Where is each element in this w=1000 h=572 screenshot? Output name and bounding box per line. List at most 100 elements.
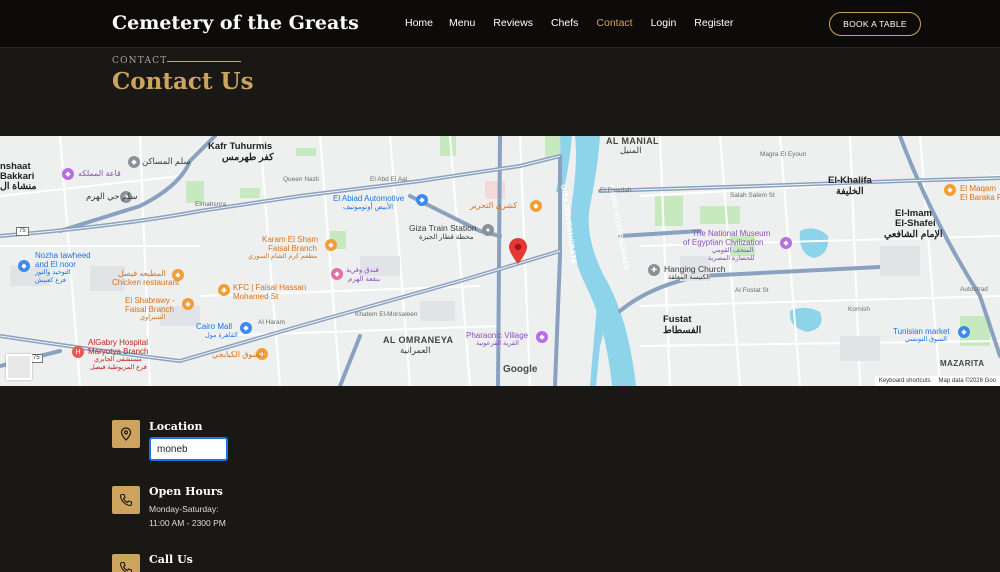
poi-algabry-ar2[interactable]: فرع المريوطية فيصل: [90, 364, 147, 371]
poi-qa3a[interactable]: قاعة المملكه: [78, 169, 121, 178]
keyboard-shortcuts-link[interactable]: Keyboard shortcuts: [879, 378, 931, 384]
poi-matbakh[interactable]: المطبعه فيصل: [118, 269, 166, 278]
poi-maqam[interactable]: El Maqam: [960, 184, 996, 193]
poi-icon-salam[interactable]: ◆: [128, 156, 140, 168]
poi-museum-ar[interactable]: المتحف القومي: [712, 247, 754, 254]
poi-icon-kfc[interactable]: ◆: [218, 284, 230, 296]
location-title: Location: [149, 420, 203, 433]
map-type-toggle[interactable]: [6, 354, 32, 380]
map-data-credit: Map data ©2026 Goo: [938, 378, 996, 384]
poi-icon-nozha[interactable]: ◆: [18, 260, 30, 272]
poi-museum2[interactable]: of Egyptian Civilization: [683, 238, 763, 247]
poi-algabry[interactable]: AlGabry Hospital: [88, 338, 148, 347]
route-shield-75: 75: [16, 227, 29, 236]
hours-title: Open Hours: [149, 485, 223, 498]
poi-karam[interactable]: Karam El Sham: [262, 235, 318, 244]
street-fustat: Al Fostat St: [735, 287, 769, 294]
map-label-imam-ar: الإمام الشافعي: [884, 229, 943, 240]
street-salah: Salah Salem St: [730, 192, 775, 199]
embedded-map[interactable]: Kafr Tuhurmis كفر طهرمس AL MANIAL المنيل…: [0, 136, 1000, 386]
poi-pharaonic-ar[interactable]: القرية الفرعونية: [476, 340, 519, 347]
hours-days: Monday-Saturday:: [149, 504, 219, 514]
poi-icon-tunisian[interactable]: ◆: [958, 326, 970, 338]
marker-icon[interactable]: [509, 238, 527, 264]
poi-icon-qa3a[interactable]: ◆: [62, 168, 74, 180]
poi-icon-algabry[interactable]: H: [72, 346, 84, 358]
brand-logo[interactable]: Cemetery of the Greats: [112, 12, 359, 34]
poi-cairo-mall[interactable]: Cairo Mall: [196, 322, 232, 331]
nav-home[interactable]: Home: [405, 17, 433, 29]
poi-tunisian[interactable]: Tunisian market: [893, 327, 950, 336]
location-input[interactable]: [149, 437, 228, 461]
street-rawdah: El Rawdah: [600, 187, 632, 194]
poi-icon-shabrawy[interactable]: ◆: [182, 298, 194, 310]
poi-shabrawy2[interactable]: Faisal Branch: [125, 305, 174, 314]
poi-abiad[interactable]: El Abiad Automotive: [333, 194, 404, 203]
poi-kfc[interactable]: KFC | Faisal Hassan: [233, 283, 306, 292]
poi-cairo-mall-ar[interactable]: القاهرة مول: [205, 332, 238, 339]
poi-icon-pharaonic[interactable]: ◆: [536, 331, 548, 343]
book-table-button[interactable]: BOOK A TABLE: [829, 12, 921, 36]
google-logo: Google: [503, 364, 538, 375]
nav-reviews[interactable]: Reviews: [493, 17, 533, 29]
poi-yasmin-ar[interactable]: بنقعة الهرم: [348, 276, 380, 284]
poi-icon-abiad[interactable]: ◆: [416, 194, 428, 206]
poi-matbakh-en[interactable]: Chicken restaurant: [112, 278, 179, 287]
top-navbar: Cemetery of the Greats Home Menu Reviews…: [0, 0, 1000, 48]
nav-menu[interactable]: Menu: [449, 17, 475, 29]
street-queen: Queen Nazli: [283, 176, 319, 183]
poi-salam2[interactable]: سلم حي الهرم: [86, 191, 137, 202]
phone-icon: [119, 493, 133, 507]
poi-tunisian-ar[interactable]: السوق التونسي: [905, 336, 947, 343]
location-icon-box: [112, 420, 140, 448]
poi-train[interactable]: Giza Train Station: [409, 223, 477, 234]
nav-login[interactable]: Login: [651, 17, 677, 29]
poi-nozha2[interactable]: and El noor: [35, 260, 76, 269]
map-label-manial-ar: المنيل: [620, 145, 642, 155]
poi-ashoura[interactable]: الشوق الكبابجي: [212, 350, 264, 359]
poi-museum[interactable]: The National Museum: [692, 229, 770, 238]
poi-yasmin[interactable]: فندق وقرية: [346, 267, 379, 275]
poi-karam-ar[interactable]: مطعم كرم الشام السوري: [248, 253, 317, 260]
map-label-khalifa-ar: الخليفة: [836, 186, 864, 197]
nav-contact[interactable]: Contact: [596, 17, 632, 29]
map-label-omraneya-ar: العمرانية: [400, 345, 431, 355]
poi-algabry2[interactable]: Maryotya Branch: [88, 347, 148, 356]
main-nav: Home Menu Reviews Chefs Contact Login Re…: [405, 17, 733, 29]
poi-icon-karam[interactable]: ◆: [325, 239, 337, 251]
poi-shabrawy-ar[interactable]: الشبراوي: [140, 314, 165, 321]
poi-salam[interactable]: سلم المساكن: [142, 156, 191, 167]
poi-algabry-ar[interactable]: مستشفى الجابري: [94, 356, 142, 363]
street-magra: Magra El Eyoun: [760, 151, 807, 158]
poi-nozha-ar2[interactable]: فرع كعبيش: [35, 277, 66, 284]
poi-abiad-ar[interactable]: الأبيض أوتوموتيف: [343, 204, 393, 212]
poi-icon-yasmin[interactable]: ◆: [331, 268, 343, 280]
poi-train-ar[interactable]: محطة قطار الجيزة: [419, 234, 474, 242]
poi-baraka[interactable]: El Baraka F: [960, 193, 1000, 202]
street-autostrad: Autostrad: [960, 286, 988, 293]
poi-hanging-ar[interactable]: الكنيسة المعلقة: [668, 274, 710, 281]
poi-museum-ar2[interactable]: للحضارة المصرية: [708, 255, 754, 262]
poi-icon-train[interactable]: ●: [482, 224, 494, 236]
map-footer: Keyboard shortcuts Map data ©2026 Goo: [874, 376, 1000, 386]
nav-chefs[interactable]: Chefs: [551, 17, 578, 29]
street-kornish: Kornish: [848, 306, 871, 313]
poi-nozha-ar[interactable]: التوحيد والنور: [35, 269, 71, 276]
map-label-bakkari-ar: منشاة ال: [0, 181, 37, 192]
poi-icon-koshary[interactable]: ◆: [530, 200, 542, 212]
poi-nozha[interactable]: Nozha tawheed: [35, 251, 91, 260]
poi-icon-cairo-mall[interactable]: ◆: [240, 322, 252, 334]
poi-icon-hanging[interactable]: ✚: [648, 264, 660, 276]
map-label-kafr-ar: كفر طهرمس: [222, 152, 274, 163]
map-label-fustat-ar: الفسطاط: [663, 325, 702, 336]
poi-icon-museum[interactable]: ◆: [780, 237, 792, 249]
poi-kfc2[interactable]: Mohamed St: [233, 292, 278, 301]
poi-koshary[interactable]: كشري التحرير: [470, 201, 517, 210]
poi-karam2[interactable]: Faisal Branch: [268, 244, 317, 253]
phone-icon: [119, 561, 133, 572]
poi-shabrawy[interactable]: El Shabrawy -: [125, 296, 175, 305]
poi-icon-maqam[interactable]: ◆: [944, 184, 956, 196]
map-pin-icon: [120, 427, 132, 441]
nav-register[interactable]: Register: [694, 17, 733, 29]
poi-pharaonic[interactable]: Pharaonic Village: [466, 331, 528, 340]
